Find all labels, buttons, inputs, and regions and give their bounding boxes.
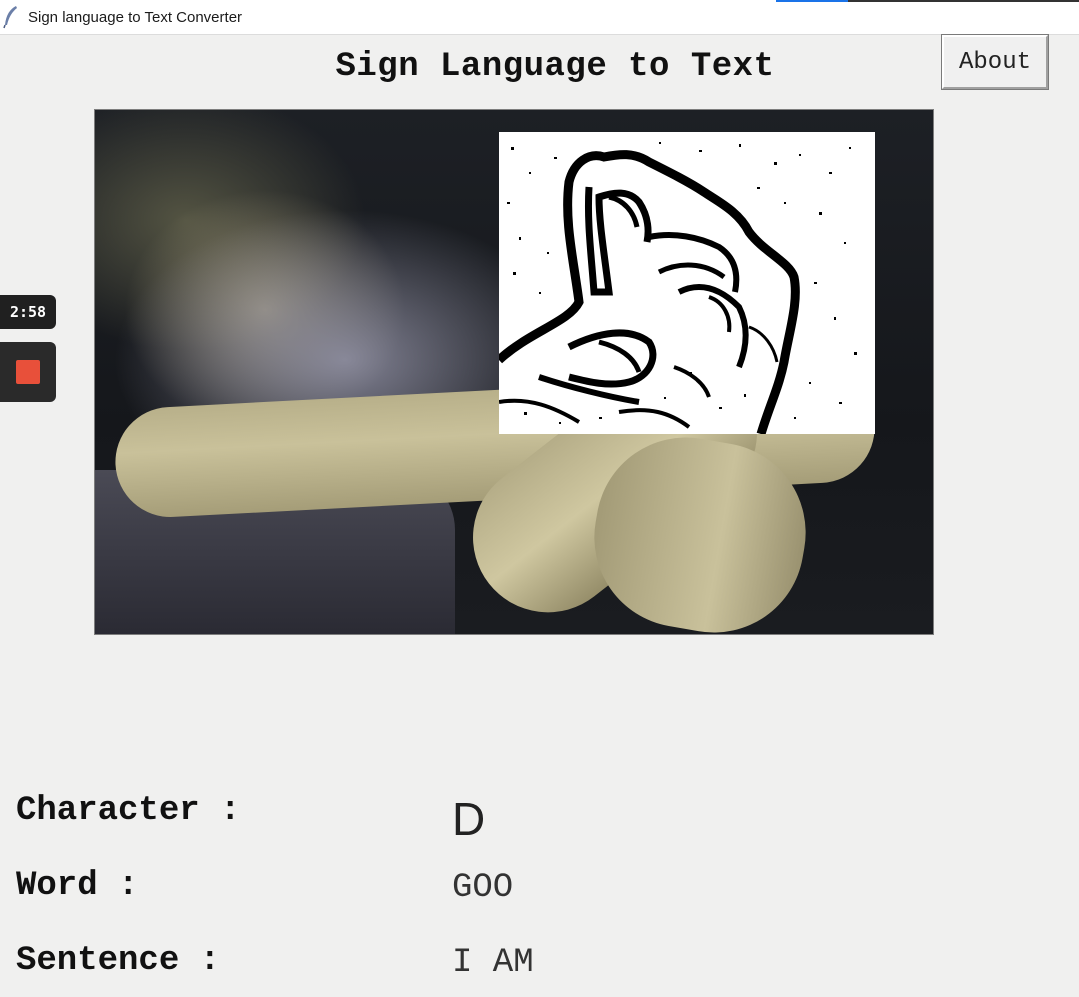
page-title: Sign Language to Text — [335, 48, 775, 86]
window-title: Sign language to Text Converter — [28, 9, 243, 26]
sentence-label: Sentence : — [16, 942, 221, 980]
thresholded-hand-image — [499, 132, 875, 434]
taskbar-strip-active — [776, 0, 848, 2]
stop-icon — [16, 360, 40, 384]
about-button[interactable]: About — [941, 34, 1049, 90]
recording-timer: 2:58 — [0, 295, 56, 329]
character-label: Character : — [16, 792, 241, 830]
window-titlebar: Sign language to Text Converter — [0, 0, 1079, 35]
feather-icon — [3, 6, 17, 29]
app-window: Sign language to Text Converter Sign Lan… — [0, 0, 1079, 997]
character-value: D — [452, 793, 486, 845]
stop-recording-button[interactable] — [0, 342, 56, 402]
word-label: Word : — [16, 867, 139, 905]
sentence-value: I AM — [452, 944, 534, 982]
hand-outline-drawing — [499, 142, 857, 434]
webcam-feed — [94, 109, 934, 635]
taskbar-strip — [848, 0, 1079, 2]
word-value: GOO — [452, 869, 514, 907]
